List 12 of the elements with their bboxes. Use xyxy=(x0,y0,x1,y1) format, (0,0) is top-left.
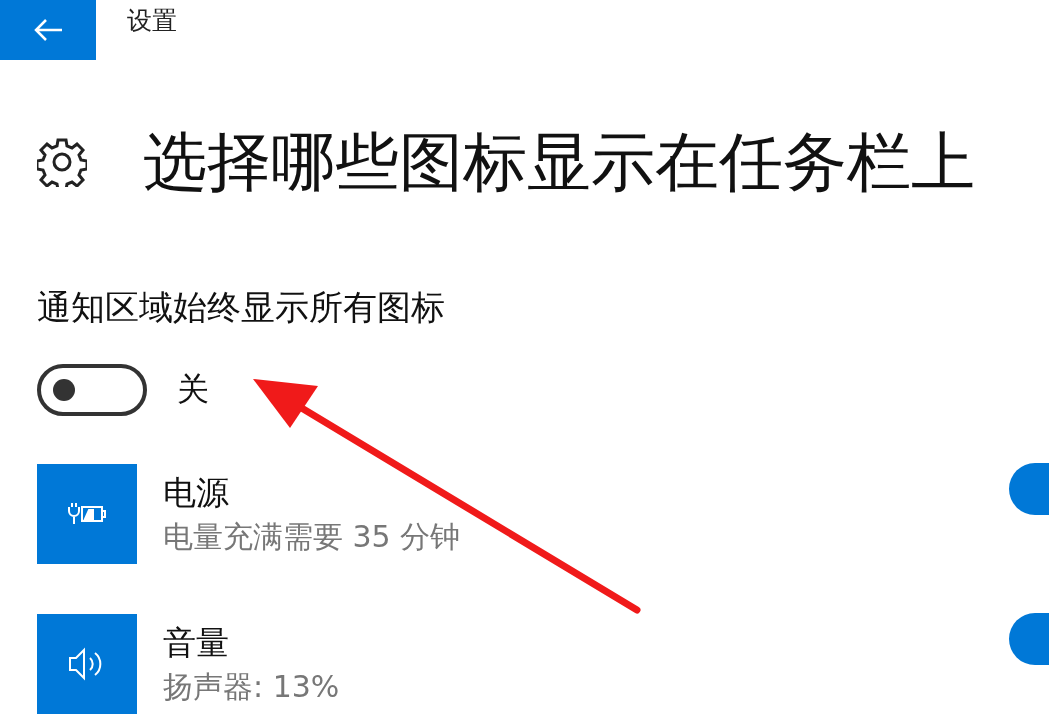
item-title: 音量 xyxy=(163,625,230,662)
item-subtitle: 扬声器: 13% xyxy=(163,669,341,703)
item-title: 电源 xyxy=(163,475,230,512)
window-title: 设置 xyxy=(127,5,177,37)
setting-label: 通知区域始终显示所有图标 xyxy=(37,290,446,324)
toggle-switch[interactable] xyxy=(37,364,147,416)
battery-plug-icon xyxy=(67,501,107,527)
toggle-state-text: 关 xyxy=(177,369,209,410)
item-subtitle: 电量充满需要 35 分钟 xyxy=(163,519,462,553)
settings-icon xyxy=(37,137,87,187)
back-arrow-icon xyxy=(33,18,63,42)
page-heading: 选择哪些图标显示在任务栏上 xyxy=(143,130,975,194)
